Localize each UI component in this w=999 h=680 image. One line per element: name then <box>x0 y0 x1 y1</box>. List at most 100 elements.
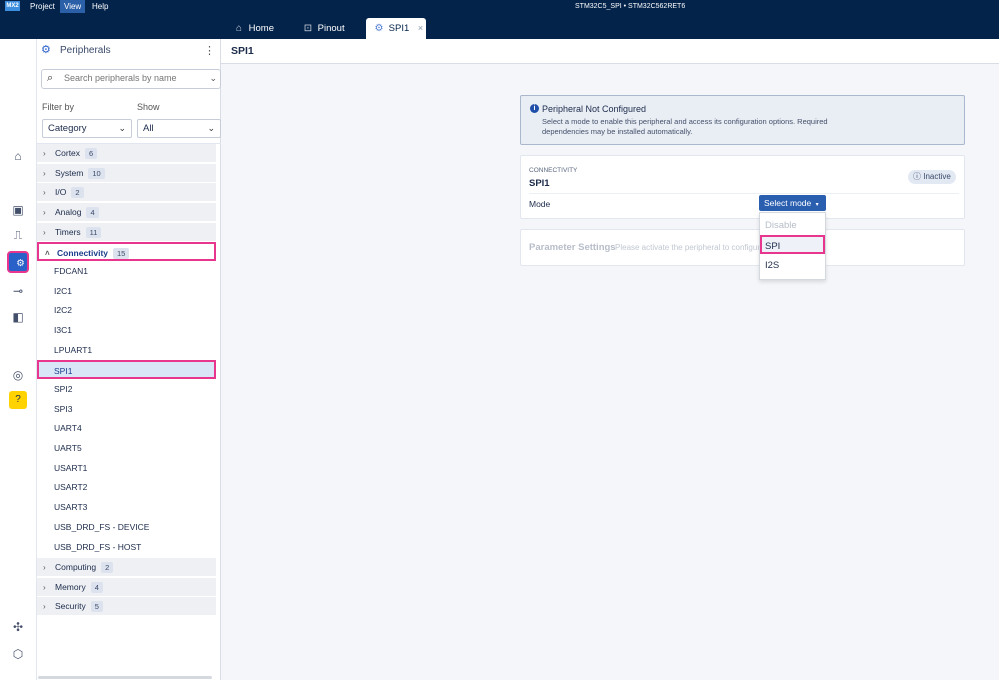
kebab-menu-icon[interactable]: ⋮ <box>204 44 215 57</box>
list-item-i2c1[interactable]: I2C1 <box>37 282 216 301</box>
list-item-usb-drd-fs-host[interactable]: USB_DRD_FS - HOST <box>37 538 216 557</box>
tab-home[interactable]: ⌂ Home <box>226 18 288 39</box>
chevron-right-icon: › <box>43 563 46 572</box>
mode-option-spi[interactable]: SPI <box>760 235 825 254</box>
category-label: Timers <box>55 227 81 237</box>
chevron-right-icon: › <box>43 188 46 197</box>
menu-help[interactable]: Help <box>88 0 112 13</box>
list-item-usart3[interactable]: USART3 <box>37 498 216 517</box>
puzzle-icon[interactable]: ✣ <box>9 618 27 636</box>
divider <box>529 193 959 194</box>
category-label: CONNECTIVITY <box>529 167 578 174</box>
filter-by-label: Filter by <box>42 102 75 112</box>
peripherals-icon[interactable]: ⚙ <box>7 251 29 273</box>
category-connectivity[interactable]: ˄ Connectivity 15 <box>37 242 216 261</box>
info-description: Select a mode to enable this peripheral … <box>542 117 828 136</box>
list-item-i2c2[interactable]: I2C2 <box>37 301 216 320</box>
board-icon[interactable]: ◧ <box>9 308 27 326</box>
list-item-i3c1[interactable]: I3C1 <box>37 321 216 340</box>
mode-option-i2s[interactable]: I2S <box>760 256 825 275</box>
tab-spi1[interactable]: ⚙ SPI1 × <box>366 18 426 39</box>
show-label: Show <box>137 102 160 112</box>
list-item-spi2[interactable]: SPI2 <box>37 380 216 399</box>
mode-option-disable: Disable <box>765 220 797 231</box>
category-memory[interactable]: › Memory 4 <box>37 578 216 597</box>
chevron-right-icon: › <box>43 583 46 592</box>
tab-spi1-label: SPI1 <box>388 23 410 34</box>
category-security[interactable]: › Security 5 <box>37 597 216 616</box>
list-item-usart1[interactable]: USART1 <box>37 459 216 478</box>
count-badge: 6 <box>85 148 98 159</box>
chip-icon: ⊡ <box>303 23 313 34</box>
select-mode-button[interactable]: Select mode ▾ <box>759 195 826 211</box>
tab-bar: ⌂ Home ⊡ Pinout ⚙ SPI1 × <box>0 13 999 39</box>
home-icon[interactable]: ⌂ <box>9 147 27 165</box>
select-mode-label: Select mode <box>764 198 812 208</box>
chevron-down-icon: ⌄ <box>118 123 126 133</box>
horizontal-scrollbar[interactable] <box>38 676 212 679</box>
peripherals-icon: ⚙ <box>374 23 384 34</box>
list-item-fdcan1[interactable]: FDCAN1 <box>37 262 216 281</box>
count-badge: 10 <box>88 168 105 179</box>
filter-select[interactable]: Category ⌄ <box>42 119 132 138</box>
search-box[interactable]: ⌕ ⌄ <box>41 69 221 89</box>
show-select-value: All <box>143 123 154 134</box>
list-item-spi3[interactable]: SPI3 <box>37 400 216 419</box>
list-item-lpuart1[interactable]: LPUART1 <box>37 341 216 360</box>
list-item-spi1[interactable]: SPI1 <box>37 360 216 379</box>
parameter-settings-hint: Please activate the peripheral to config… <box>615 243 760 252</box>
main-content: SPI1 i Peripheral Not Configured Select … <box>221 39 999 680</box>
list-item-usart2[interactable]: USART2 <box>37 478 216 497</box>
tab-pinout-label: Pinout <box>317 23 345 34</box>
category-label: Memory <box>55 582 86 592</box>
window-title: STM32C5_SPI • STM32C562RET6 <box>575 3 686 10</box>
list-item-uart5[interactable]: UART5 <box>37 439 216 458</box>
chip-icon[interactable]: ▣ <box>9 201 27 219</box>
info-title: Peripheral Not Configured <box>542 104 647 114</box>
close-icon[interactable]: × <box>418 23 423 33</box>
category-label: System <box>55 168 84 178</box>
chevron-right-icon: › <box>43 169 46 178</box>
pin-icon[interactable]: ⊸ <box>9 282 27 300</box>
mode-dropdown: Disable SPI I2S <box>759 212 826 280</box>
chevron-up-icon: ˄ <box>45 249 50 258</box>
category-label: Computing <box>55 562 97 572</box>
clock-signal-icon[interactable]: ⎍ <box>9 226 27 244</box>
filter-select-value: Category <box>48 123 87 134</box>
info-banner: i Peripheral Not Configured Select a mod… <box>520 95 965 145</box>
navigation-rail: ⌂ ▣ ⎍ ⚙ ⊸ ◧ ◎ ? ✣ ⬡ <box>0 39 37 680</box>
info-circle-icon: ⓘ <box>913 172 924 181</box>
tab-pinout[interactable]: ⊡ Pinout <box>295 18 357 39</box>
gear-target-icon[interactable]: ◎ <box>9 366 27 384</box>
count-badge: 2 <box>101 562 114 573</box>
category-computing[interactable]: › Computing 2 <box>37 558 216 577</box>
category-cortex[interactable]: › Cortex 6 <box>37 144 216 163</box>
status-badge: ⓘ Inactive <box>908 170 956 184</box>
list-item-usb-drd-fs-device[interactable]: USB_DRD_FS - DEVICE <box>37 518 216 537</box>
page-title: SPI1 <box>231 45 254 57</box>
show-select[interactable]: All ⌄ <box>137 119 221 138</box>
search-input[interactable] <box>64 73 204 83</box>
parameter-settings-card: Parameter Settings Please activate the p… <box>520 229 965 266</box>
category-timers[interactable]: › Timers 11 <box>37 223 216 242</box>
chevron-down-icon[interactable]: ⌄ <box>209 73 217 84</box>
category-analog[interactable]: › Analog 4 <box>37 203 216 222</box>
list-item-uart4[interactable]: UART4 <box>37 419 216 438</box>
main-header: SPI1 <box>221 39 999 64</box>
settings-icon[interactable]: ⬡ <box>9 645 27 663</box>
panel-title: Peripherals <box>60 45 111 56</box>
title-bar: MX2 Project View Help STM32C5_SPI • STM3… <box>0 0 999 13</box>
chevron-right-icon: › <box>43 602 46 611</box>
menu-project[interactable]: Project <box>26 0 59 13</box>
help-icon[interactable]: ? <box>9 391 27 409</box>
peripheral-name: SPI1 <box>529 178 550 189</box>
count-badge: 2 <box>71 187 84 198</box>
parameter-settings-title: Parameter Settings <box>529 242 616 253</box>
chevron-right-icon: › <box>43 149 46 158</box>
caret-down-icon: ▾ <box>815 202 819 208</box>
category-io[interactable]: › I/O 2 <box>37 183 216 202</box>
search-icon: ⌕ <box>47 72 54 84</box>
count-badge: 11 <box>85 227 102 238</box>
category-system[interactable]: › System 10 <box>37 164 216 183</box>
menu-view[interactable]: View <box>60 0 86 13</box>
